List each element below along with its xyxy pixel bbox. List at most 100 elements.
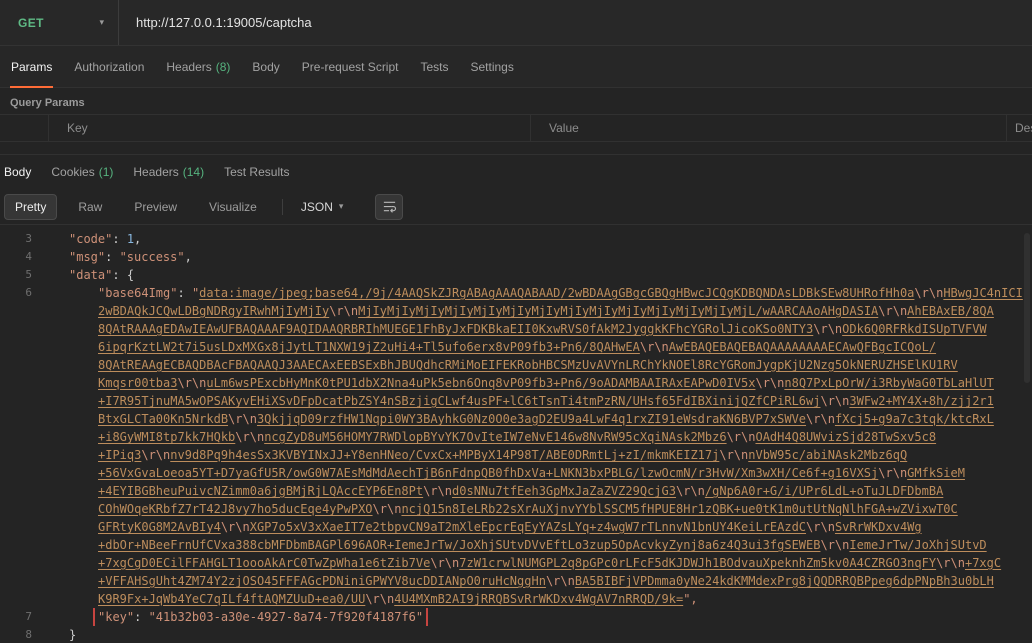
view-tab-raw[interactable]: Raw (67, 194, 113, 220)
line-number (0, 572, 40, 590)
wrap-text-button[interactable] (375, 193, 404, 220)
request-tab-authorization[interactable]: Authorization (63, 46, 155, 87)
request-tab-headers[interactable]: Headers (8) (155, 46, 241, 87)
tab-count: (14) (182, 165, 205, 179)
tab-label: Params (11, 59, 53, 74)
tab-label: Body (4, 165, 32, 179)
code-line-wrap: +VFFAHSgUht4ZM74Y2zjOSO45FFFAGcPDNiniGPW… (0, 572, 1032, 590)
code-text: +4EYIBGBheuPuivcNZimm0a6jgBMjRjLQAccEYP6… (98, 484, 944, 498)
line-number: 6 (25, 286, 32, 299)
line-number (0, 554, 40, 572)
code-text: +dbOr+NBeeFrnUfCVxa388cbMFDbmBAGPl696AOR… (98, 538, 987, 552)
code-line-wrap: BtxGLCTa00Kn5NrkdB\r\n3QkjjqD09rzfHW1Nqp… (0, 410, 1032, 428)
code-text: +I7R95TjnuMA5wOPSAKyvEHiXSvDFpDcatPbZSY4… (98, 394, 994, 408)
code-line-wrap: 8QAtREAAgECBAQDBAcFBAQAAQJ3AAECAxEEBSExB… (0, 356, 1032, 374)
request-tab-settings[interactable]: Settings (460, 46, 525, 87)
code-line-wrap: COhWOqeKRbfZ7rT42J8vy7ho5ducEqe4yPwPXO\r… (0, 500, 1032, 518)
line-number (0, 410, 40, 428)
request-tab-pre-request-script[interactable]: Pre-request Script (291, 46, 410, 87)
code-text: 2wBDAQkJCQwLDBgNDRgyIRwhMjIyMjIy\r\nMjIy… (98, 304, 994, 318)
code-text: 6ipqrKztLW2t7i5usLDxMXGx8jJytLT1NXW19jZ2… (98, 340, 937, 354)
code-line-wrap: 2wBDAQkJCQwLDBgNDRgyIRwhMjIyMjIy\r\nMjIy… (0, 302, 1032, 320)
code-text: 8QAtRAAAgEDAwIEAwUFBAQAAAF9AQIDAAQRBRIhM… (98, 322, 987, 336)
line-number (0, 518, 40, 536)
tab-label: Raw (78, 199, 103, 214)
code-line-wrap: +56VxGvaLoeoa5YT+D7yaGfU5R/owG0W7AEsMdMd… (0, 464, 1032, 482)
param-col-description: Description (1006, 115, 1032, 141)
code-line-wrap: +dbOr+NBeeFrnUfCVxa388cbMFDbmBAGPl696AOR… (0, 536, 1032, 554)
request-url-bar: GET ▾ http://127.0.0.1:19005/captcha (0, 0, 1032, 46)
line-number (0, 590, 40, 608)
response-tab-body[interactable]: Body (0, 155, 41, 189)
code-line-wrap: +i8GyWMI8tp7kk7HQkb\r\nncgZyD8uM56HOMY7R… (0, 428, 1032, 446)
code-line-wrap: +I7R95TjnuMA5wOPSAKyvEHiXSvDFpDcatPbZSY4… (0, 392, 1032, 410)
code-text: "data": { (69, 268, 135, 282)
code-line-wrap: Kmqsr00tba3\r\nuLm6wsPExcbHyMnK0tPU1dbX2… (0, 374, 1032, 392)
code-text: +56VxGvaLoeoa5YT+D7yaGfU5R/owG0W7AEsMdMd… (98, 466, 965, 480)
chevron-down-icon: ▾ (99, 17, 104, 27)
view-tab-pretty[interactable]: Pretty (4, 193, 58, 220)
postman-window: GET ▾ http://127.0.0.1:19005/captcha Par… (0, 0, 1032, 643)
request-tab-body[interactable]: Body (241, 46, 290, 87)
code-line-wrap: 6ipqrKztLW2t7i5usLDxMXGx8jJytLT1NXW19jZ2… (0, 338, 1032, 356)
code-text: "key": "41b32b03-a30e-4927-8a74-7f920f41… (40, 608, 1032, 626)
params-header-row: Key Value Description (0, 115, 1032, 142)
code-line-7: 7 "key": "41b32b03-a30e-4927-8a74-7f920f4… (0, 608, 1032, 626)
code-text: COhWOqeKRbfZ7rT42J8vy7ho5ducEqe4yPwPXO\r… (98, 502, 958, 516)
line-number (0, 392, 40, 410)
response-tabs: Body Cookies (1) Headers (14) Test Results (0, 155, 1032, 189)
line-number: 7 (25, 610, 32, 623)
highlight-box: "key": "41b32b03-a30e-4927-8a74-7f920f41… (92, 608, 429, 626)
tab-label: Pretty (15, 199, 47, 214)
param-col-value: Value (530, 115, 1006, 141)
request-tab-tests[interactable]: Tests (409, 46, 459, 87)
request-tabs: Params Authorization Headers (8) Body Pre-req… (0, 46, 1032, 88)
method-label: GET (18, 15, 44, 30)
param-empty-row[interactable] (0, 142, 1032, 155)
code-text: } (69, 628, 77, 642)
code-text: GFRtyK0G8M2AvBIy4\r\nXGP7o5xV3xXaeIT7e2t… (98, 520, 922, 534)
toolbar-divider (281, 198, 283, 215)
request-tab-params[interactable]: Params (0, 46, 63, 88)
line-number (0, 302, 40, 320)
tab-label: Test Results (224, 165, 290, 179)
tab-label: Headers (166, 59, 212, 74)
view-tab-visualize[interactable]: Visualize (198, 194, 268, 220)
code-text: Kmqsr00tba3\r\nuLm6wsPExcbHyMnK0tPU1dbX2… (98, 376, 994, 390)
code-line-wrap: +IPiq3\r\nnv9d8Pq9h4esSx3KVBYINxJJ+Y8enH… (0, 446, 1032, 464)
line-number (0, 446, 40, 464)
format-dropdown[interactable]: JSON ▾ (295, 196, 350, 218)
response-toolbar: Pretty Raw Preview Visualize JSON ▾ (0, 189, 1032, 225)
tab-label: Settings (470, 59, 514, 74)
method-selector[interactable]: GET ▾ (0, 0, 119, 45)
response-tab-cookies[interactable]: Cookies (1) (41, 155, 123, 189)
tab-label: Body (252, 59, 280, 74)
code-line-5: 5 "data": { (0, 266, 1032, 284)
code-line-wrap: K9R9Fx+JqWb4YeC7qILf4ftAQMZUuD+ea0/UU\r\… (0, 590, 1032, 608)
response-tab-test-results[interactable]: Test Results (214, 155, 299, 189)
code-line-wrap: GFRtyK0G8M2AvBIy4\r\nXGP7o5xV3xXaeIT7e2t… (0, 518, 1032, 536)
line-number (0, 320, 40, 338)
response-tab-headers[interactable]: Headers (14) (123, 155, 214, 189)
url-input[interactable]: http://127.0.0.1:19005/captcha (119, 0, 312, 45)
code-text: K9R9Fx+JqWb4YeC7qILf4ftAQMZUuD+ea0/UU\r\… (98, 592, 698, 606)
code-text: +VFFAHSgUht4ZM74Y2zjOSO45FFFAGcPDNiniGPW… (98, 574, 994, 588)
json-code: 3 "code": 1, 4 "msg": "success", 5 "data": {6… (0, 230, 1032, 643)
line-number (0, 374, 40, 392)
code-text: 8QAtREAAgECBAQDBAcFBAQAAQJ3AAECAxEEBSExB… (98, 358, 958, 372)
param-checkbox-column (0, 115, 48, 141)
format-label: JSON (300, 199, 333, 214)
response-body: 3 "code": 1, 4 "msg": "success", 5 "data": {6… (0, 225, 1032, 643)
code-text: +7xgCgD0ECilFFAHGLT1oooAkArC0TwZpWha1e6t… (98, 556, 1002, 570)
code-text: +IPiq3\r\nnv9d8Pq9h4esSx3KVBYINxJJ+Y8enH… (98, 448, 908, 462)
chevron-down-icon: ▾ (338, 201, 344, 211)
tab-label: Preview (134, 199, 178, 214)
line-number (0, 500, 40, 518)
code-line-wrap: 8QAtRAAAgEDAwIEAwUFBAQAAAF9AQIDAAQRBRIhM… (0, 320, 1032, 338)
tab-count: (8) (215, 59, 231, 74)
code-text: "msg": "success", (69, 250, 192, 264)
view-tab-preview[interactable]: Preview (123, 194, 188, 220)
code-line-8: 8} (0, 626, 1032, 643)
scrollbar[interactable] (1024, 233, 1030, 383)
code-line-3: 3 "code": 1, (0, 230, 1032, 248)
